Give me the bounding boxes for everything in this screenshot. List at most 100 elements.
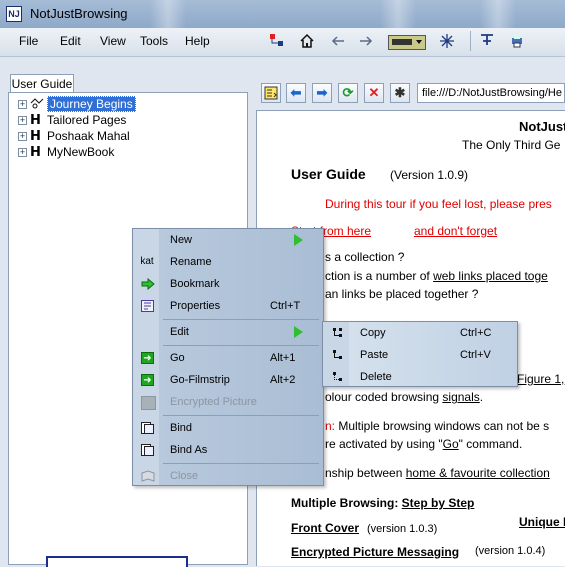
step-by-step-link[interactable]: Step by Step: [402, 496, 475, 510]
menu-item-copy[interactable]: Copy Ctrl+C: [323, 323, 517, 343]
copy-icon: [331, 327, 344, 339]
signals-link[interactable]: signals: [442, 390, 479, 404]
keyboard-dropdown-icon[interactable]: [388, 35, 426, 50]
go-filmstrip-icon: ➜: [141, 374, 154, 386]
delete-icon: [331, 371, 344, 383]
relationship-line: nship between home & favourite collectio…: [325, 466, 550, 480]
signals-line: olour coded browsing signals.: [325, 390, 484, 404]
tree-item-label[interactable]: Journey Begins: [47, 96, 136, 112]
menu-item-delete[interactable]: Delete: [323, 367, 517, 387]
dont-forget-link[interactable]: and don't forget: [414, 224, 497, 238]
go-link[interactable]: Go: [443, 437, 459, 451]
menu-item-close: Close: [133, 466, 323, 486]
multi-browsing-line: Multiple Browsing: Step by Step: [291, 496, 475, 510]
menu-item-bind-as[interactable]: Bind As: [133, 440, 323, 460]
expand-icon[interactable]: +: [18, 99, 27, 109]
menu-item-rename[interactable]: kat Rename: [133, 252, 323, 272]
menu-tools[interactable]: Tools: [140, 34, 168, 48]
kat-text-icon: kat: [140, 256, 154, 267]
bookmark-add-icon[interactable]: [261, 83, 281, 103]
figure-link[interactable]: Figure 1,: [517, 372, 564, 386]
menu-item-new[interactable]: New: [133, 230, 323, 250]
journey-icon: [30, 97, 44, 112]
gear-icon[interactable]: ✱: [390, 83, 410, 103]
tree-item-label[interactable]: Poshaak Mahal: [47, 129, 130, 143]
title-bar-decoration: [150, 0, 186, 28]
page-title: User Guide: [291, 166, 366, 182]
front-cover-version: (version 1.0.3): [367, 523, 438, 535]
submenu-arrow-icon: [294, 326, 303, 338]
close-book-icon: [141, 470, 155, 482]
tab-user-guide[interactable]: User Guide: [10, 74, 74, 94]
menu-item-paste[interactable]: Paste Ctrl+V: [323, 345, 517, 365]
menu-item-properties[interactable]: Properties Ctrl+T: [133, 296, 323, 316]
stop-icon[interactable]: ✕: [364, 83, 384, 103]
paste-icon: [331, 349, 344, 361]
tree-item[interactable]: + H Poshaak Mahal: [18, 128, 130, 144]
brand-tagline: The Only Third Ge: [462, 138, 561, 152]
window-title: NotJustBrowsing: [30, 6, 128, 21]
edit-submenu: Copy Ctrl+C Paste Ctrl+V Delete: [322, 321, 518, 387]
version-label: (Version 1.0.9): [390, 168, 469, 182]
menu-view[interactable]: View: [100, 34, 126, 48]
menu-separator: [163, 463, 319, 464]
title-bar-decoration: [480, 0, 516, 28]
star-icon[interactable]: [438, 32, 456, 50]
properties-icon: [141, 300, 154, 312]
thumbnail-preview: [46, 556, 188, 567]
home-favourite-link[interactable]: home & favourite collection: [406, 466, 550, 480]
expand-icon[interactable]: +: [18, 147, 27, 157]
menu-item-bookmark[interactable]: Bookmark: [133, 274, 323, 294]
forward-icon[interactable]: ➡: [312, 83, 332, 103]
unique-link[interactable]: Unique F: [519, 515, 565, 529]
go-icon: ➜: [141, 352, 154, 364]
green-arrow-icon: [141, 277, 155, 291]
front-cover-link[interactable]: Front Cover: [291, 521, 359, 535]
title-bar-decoration: [380, 0, 416, 28]
address-field[interactable]: file:///D:/NotJustBrowsing/He: [417, 83, 565, 103]
menu-item-edit[interactable]: Edit: [133, 322, 323, 342]
question-placed: an links be placed together ?: [325, 287, 479, 301]
expand-icon[interactable]: +: [18, 115, 27, 125]
tour-note: During this tour if you feel lost, pleas…: [325, 197, 552, 211]
encrypted-picture-version: (version 1.0.4): [475, 545, 546, 557]
menu-item-encrypted-picture: Encrypted Picture: [133, 392, 323, 412]
bind-as-icon: [141, 444, 154, 456]
forward-arrow-icon[interactable]: [357, 32, 375, 50]
print-icon[interactable]: [508, 32, 526, 50]
question-collection: s a collection ?: [325, 250, 405, 264]
back-icon[interactable]: ⬅: [286, 83, 306, 103]
menu-file[interactable]: File: [19, 34, 38, 48]
tree-item-label[interactable]: Tailored Pages: [47, 113, 126, 127]
tree-item[interactable]: + H Tailored Pages: [18, 112, 126, 128]
book-icon: H: [30, 128, 41, 144]
note-line: n: Multiple browsing windows can not be …: [325, 419, 550, 433]
encrypted-picture-link[interactable]: Encrypted Picture Messaging: [291, 545, 459, 559]
menu-item-go[interactable]: ➜ Go Alt+1: [133, 348, 323, 368]
book-icon: H: [30, 144, 41, 160]
tree-item[interactable]: + Journey Begins: [18, 96, 136, 112]
answer-line: ction is a number of web links placed to…: [325, 269, 548, 283]
web-links-link[interactable]: web links placed toge: [433, 269, 548, 283]
encrypted-picture-icon: [141, 396, 156, 410]
menu-separator: [163, 415, 319, 416]
submenu-arrow-icon: [294, 234, 303, 246]
menu-item-go-filmstrip[interactable]: ➜ Go-Filmstrip Alt+2: [133, 370, 323, 390]
menu-item-bind[interactable]: Bind: [133, 418, 323, 438]
go-line: re activated by using "Go" command.: [325, 437, 523, 451]
refresh-icon[interactable]: ⟳: [338, 83, 358, 103]
tree-item[interactable]: + H MyNewBook: [18, 144, 114, 160]
context-menu: New kat Rename Bookmark Properties Ctrl+…: [132, 228, 324, 486]
menu-help[interactable]: Help: [185, 34, 210, 48]
tree-item-label[interactable]: MyNewBook: [47, 145, 114, 159]
app-icon: NJ: [6, 6, 22, 22]
back-arrow-icon[interactable]: [329, 32, 347, 50]
menu-separator: [163, 345, 319, 346]
tree-icon[interactable]: [268, 32, 286, 50]
book-icon: H: [30, 112, 41, 128]
menu-edit[interactable]: Edit: [60, 34, 81, 48]
pin-icon[interactable]: [478, 32, 496, 50]
expand-icon[interactable]: +: [18, 131, 27, 141]
home-icon[interactable]: [298, 32, 316, 50]
brand-name: NotJust: [519, 119, 565, 134]
